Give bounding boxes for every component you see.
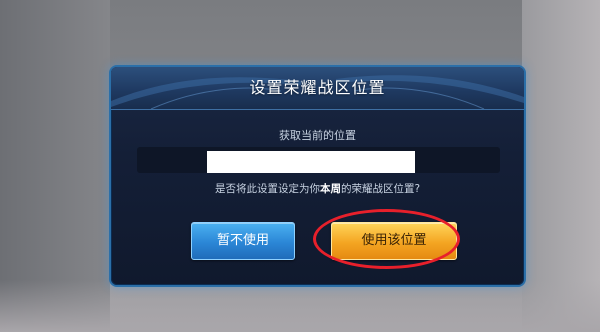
location-subtitle: 获取当前的位置 — [279, 129, 356, 142]
not-now-button[interactable]: 暂不使用 — [191, 222, 295, 260]
use-location-button[interactable]: 使用该位置 — [331, 222, 457, 260]
question-highlight: 本周 — [319, 183, 341, 195]
question-suffix: 的荣耀战区位置? — [340, 183, 421, 195]
dialog-title: 设置荣耀战区位置 — [249, 78, 386, 97]
location-dialog: 设置荣耀战区位置 获取当前的位置 是否将此设置设定为你本周的荣耀战区位置? 暂不… — [111, 67, 524, 285]
background-bottom-fade — [0, 280, 600, 332]
confirm-question: 是否将此设置设定为你本周的荣耀战区位置? — [111, 181, 524, 196]
dialog-header: 设置荣耀战区位置 — [111, 67, 524, 110]
question-prefix: 是否将此设置设定为你 — [214, 183, 320, 195]
current-location-field — [207, 151, 415, 173]
